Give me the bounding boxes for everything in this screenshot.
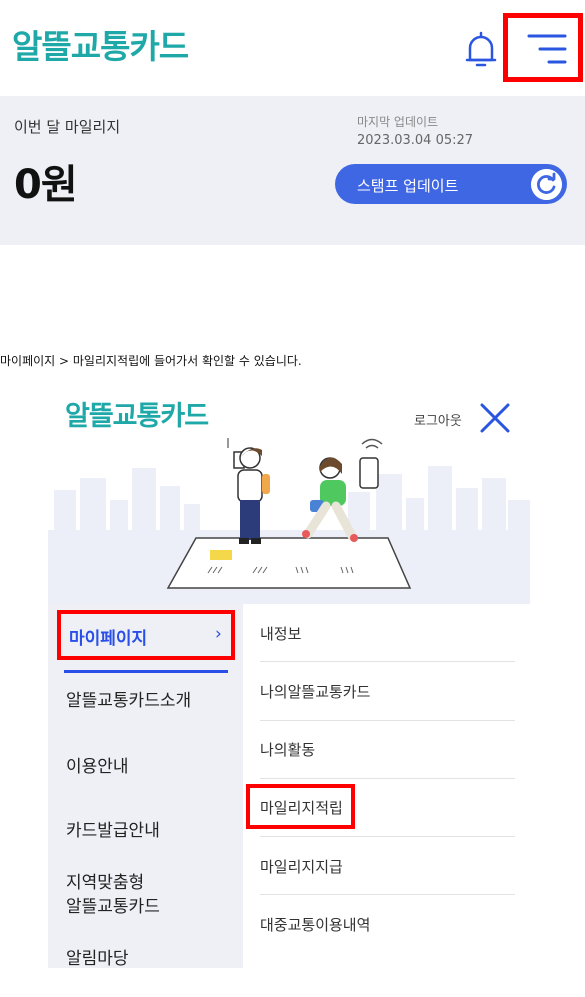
stamp-update-label: 스탬프 업데이트 bbox=[357, 177, 459, 195]
mileage-value: 0원 bbox=[14, 162, 78, 208]
submenu-item-mileage-pay[interactable]: 마일리지지급 bbox=[260, 856, 515, 877]
menu-brand-logo[interactable]: 알뜰교통카드 bbox=[65, 394, 209, 433]
update-label: 마지막 업데이트 bbox=[357, 115, 439, 129]
hero-illustration bbox=[48, 438, 530, 604]
sidebar-item-mypage[interactable]: 마이페이지 › bbox=[57, 610, 235, 660]
submenu-item-transit-history[interactable]: 대중교통이용내역 bbox=[260, 914, 515, 935]
update-time: 2023.03.04 05:27 bbox=[357, 133, 474, 148]
submenu-item-mileage-earn[interactable]: 마일리지적립 bbox=[260, 797, 515, 818]
logout-link[interactable]: 로그아웃 bbox=[414, 410, 462, 429]
refresh-icon bbox=[531, 169, 562, 200]
menu-submenu: 내정보 나의알뜰교통카드 나의활동 마일리지적립 마일리지지급 대중교통이용내역 bbox=[243, 604, 530, 968]
menu-panel: 알뜰교통카드 로그아웃 마이페이지 › 알뜰교통카드소개 이용안내 카드발급안내… bbox=[48, 386, 530, 968]
mileage-panel: 이번 달 마일리지 0원 마지막 업데이트 2023.03.04 05:27 스… bbox=[0, 96, 585, 245]
active-underline bbox=[64, 670, 228, 673]
sidebar-item-notice[interactable]: 알림마당 bbox=[66, 944, 129, 968]
bell-icon[interactable] bbox=[464, 30, 498, 70]
divider bbox=[260, 661, 515, 662]
sidebar-item-card-issue[interactable]: 카드발급안내 bbox=[66, 816, 160, 841]
brand-logo[interactable]: 알뜰교통카드 bbox=[12, 20, 189, 68]
app-header: 알뜰교통카드 bbox=[0, 0, 585, 96]
stamp-update-button[interactable]: 스탬프 업데이트 bbox=[335, 164, 567, 204]
submenu-item-my-activity[interactable]: 나의활동 bbox=[260, 739, 515, 760]
divider bbox=[260, 720, 515, 721]
instruction-caption: 마이페이지 > 마일리지적립에 들어가서 확인할 수 있습니다. bbox=[0, 354, 302, 368]
divider bbox=[260, 836, 515, 837]
hamburger-menu-icon[interactable] bbox=[527, 32, 567, 66]
mileage-label: 이번 달 마일리지 bbox=[14, 118, 121, 136]
sidebar-item-label: 마이페이지 bbox=[69, 629, 148, 649]
sidebar-item-regional-card[interactable]: 알뜰교통카드 bbox=[66, 892, 160, 917]
sidebar-item-regional[interactable]: 지역맞춤형 bbox=[66, 868, 144, 893]
submenu-item-my-info[interactable]: 내정보 bbox=[260, 623, 515, 644]
sidebar-item-card-intro[interactable]: 알뜰교통카드소개 bbox=[66, 686, 191, 711]
close-icon[interactable] bbox=[479, 402, 511, 434]
divider bbox=[260, 894, 515, 895]
divider bbox=[260, 778, 515, 779]
sidebar-item-usage-guide[interactable]: 이용안내 bbox=[66, 752, 129, 777]
menu-sidebar: 마이페이지 › 알뜰교통카드소개 이용안내 카드발급안내 지역맞춤형 알뜰교통카… bbox=[48, 604, 243, 968]
submenu-item-my-card[interactable]: 나의알뜰교통카드 bbox=[260, 681, 515, 702]
chevron-right-icon: › bbox=[215, 624, 222, 644]
